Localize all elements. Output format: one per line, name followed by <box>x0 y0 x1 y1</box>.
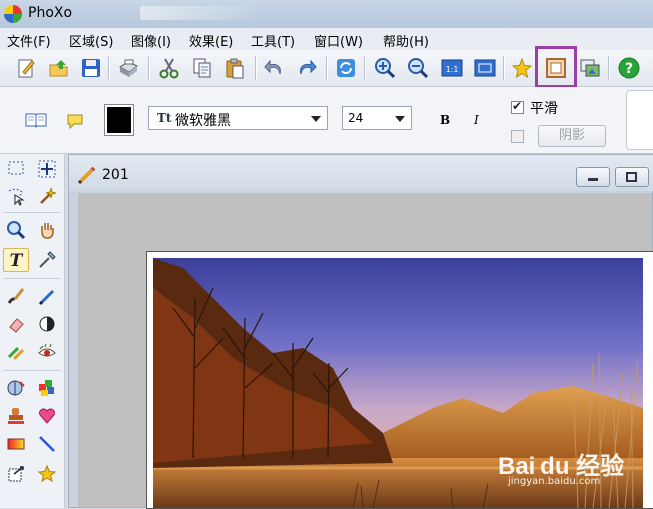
chevron-down-icon <box>395 116 405 122</box>
cut-icon[interactable] <box>157 56 181 80</box>
font-family-select[interactable]: Tt 微软雅黑 <box>148 106 328 130</box>
highlight-annotation <box>535 46 577 88</box>
shape-star-tool-icon[interactable] <box>34 462 60 486</box>
red-eye-tool-icon[interactable] <box>34 340 60 364</box>
save-icon[interactable] <box>79 56 103 80</box>
minimize-button[interactable] <box>576 167 610 187</box>
shadow-checkbox[interactable] <box>511 130 524 143</box>
gradient-tool-icon[interactable] <box>3 432 29 456</box>
eyedropper-tool-icon[interactable] <box>34 248 60 272</box>
toolbar-separator <box>503 56 505 80</box>
toolbar-separator <box>255 56 257 80</box>
effects-star-icon[interactable] <box>510 56 534 80</box>
toolbar-separator <box>148 56 150 80</box>
bold-button[interactable]: B <box>440 113 450 127</box>
toolbar-separator <box>364 56 366 80</box>
toolbar-separator <box>608 56 610 80</box>
font-name-value: 微软雅黑 <box>175 113 231 129</box>
lasso-select-tool-icon[interactable] <box>3 184 29 208</box>
menu-file[interactable]: 文件(F) <box>7 31 51 50</box>
transform-tool-icon[interactable] <box>3 462 29 486</box>
gradient-fill-tool-icon[interactable] <box>3 376 29 400</box>
line-tool-icon[interactable] <box>34 432 60 456</box>
heart-shape-tool-icon[interactable] <box>34 404 60 428</box>
zoom-tool-icon[interactable] <box>3 218 29 242</box>
title-bar: PhoXo <box>0 0 653 28</box>
stamp-tool-icon[interactable] <box>3 404 29 428</box>
menu-region[interactable]: 区域(S) <box>69 31 113 50</box>
refresh-icon[interactable] <box>334 56 358 80</box>
eraser-tool-icon[interactable] <box>3 312 29 336</box>
app-logo-icon <box>4 5 22 23</box>
magic-wand-tool-icon[interactable] <box>34 184 60 208</box>
menu-tools[interactable]: 工具(T) <box>251 31 295 50</box>
text-book-icon[interactable] <box>25 112 47 132</box>
truetype-icon: Tt <box>157 111 172 125</box>
speech-bubble-icon[interactable] <box>66 112 84 134</box>
palette-separator <box>3 370 61 371</box>
contrast-tool-icon[interactable] <box>34 312 60 336</box>
svg-text:T: T <box>10 251 24 270</box>
clone-brush-tool-icon[interactable] <box>3 340 29 364</box>
paste-icon[interactable] <box>223 56 247 80</box>
print-icon[interactable] <box>116 56 140 80</box>
font-size-select[interactable]: 24 <box>342 106 412 130</box>
zoom-out-icon[interactable] <box>406 56 430 80</box>
help-icon[interactable]: ? <box>617 56 641 80</box>
font-size-value: 24 <box>348 111 364 125</box>
chevron-down-icon <box>311 116 321 122</box>
text-color-swatch[interactable] <box>104 104 134 136</box>
watermark: Bai du 经验 jingyan.baidu.com <box>498 446 624 487</box>
svg-text:1:1: 1:1 <box>446 65 459 74</box>
hand-tool-icon[interactable] <box>34 218 60 242</box>
text-preview-panel <box>626 90 653 150</box>
actual-size-icon[interactable]: 1:1 <box>440 56 464 80</box>
text-tool-icon[interactable]: T <box>3 248 29 272</box>
layers-image-icon[interactable] <box>578 56 602 80</box>
title-bar-glow <box>140 6 260 20</box>
shadow-button[interactable]: 阴影 <box>538 125 606 147</box>
palette-separator <box>3 212 61 213</box>
fit-window-icon[interactable] <box>473 56 497 80</box>
maximize-button[interactable] <box>615 167 649 187</box>
menu-effects[interactable]: 效果(E) <box>189 31 233 50</box>
menu-help[interactable]: 帮助(H) <box>383 31 429 50</box>
new-file-icon[interactable] <box>14 56 38 80</box>
color-palette-tool-icon[interactable] <box>34 376 60 400</box>
brush-tool-icon[interactable] <box>3 284 29 308</box>
svg-text:?: ? <box>625 61 633 77</box>
toolbar-separator <box>326 56 328 80</box>
toolbar-separator <box>108 56 110 80</box>
pencil-icon <box>77 165 97 189</box>
menu-image[interactable]: 图像(I) <box>131 31 171 50</box>
watermark-url: jingyan.baidu.com <box>508 476 601 487</box>
move-tool-icon[interactable] <box>34 157 60 181</box>
menu-window[interactable]: 窗口(W) <box>314 31 363 50</box>
redo-icon[interactable] <box>295 56 319 80</box>
rect-select-tool-icon[interactable] <box>3 157 29 181</box>
zoom-in-icon[interactable] <box>373 56 397 80</box>
smooth-checkbox[interactable] <box>511 99 524 114</box>
palette-separator <box>3 278 61 279</box>
undo-icon[interactable] <box>262 56 286 80</box>
document-title-bar: 201 <box>69 155 653 191</box>
smooth-label: 平滑 <box>530 101 558 117</box>
pencil-tool-icon[interactable] <box>34 284 60 308</box>
italic-button[interactable]: I <box>474 113 479 127</box>
app-title: PhoXo <box>28 5 73 21</box>
open-folder-icon[interactable] <box>47 56 71 80</box>
document-title: 201 <box>102 167 129 183</box>
copy-icon[interactable] <box>190 56 214 80</box>
